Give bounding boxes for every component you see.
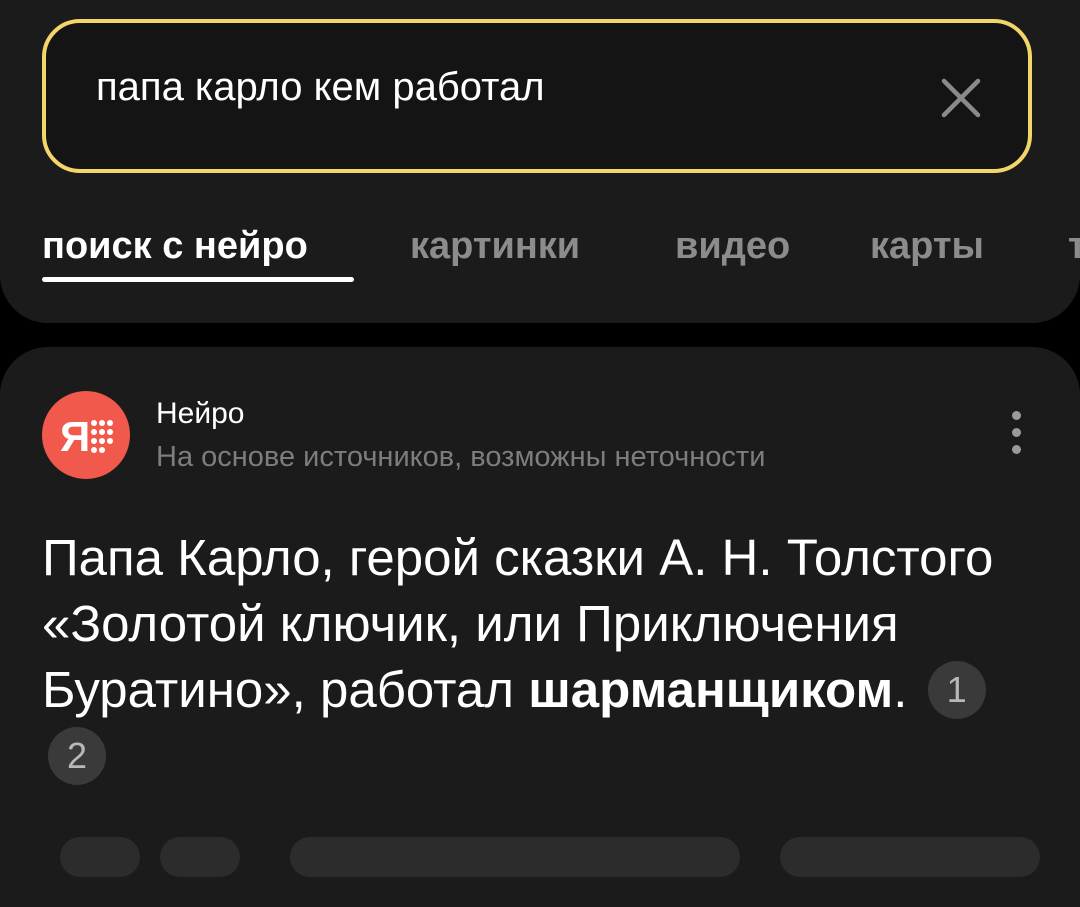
source-name: Нейро [156,397,245,430]
source-chip[interactable] [60,837,140,877]
reference-badge[interactable]: 2 [48,726,106,785]
answer-highlight: шарманщиком [528,661,894,718]
reference-badge[interactable]: 1 [927,660,986,719]
active-tab-indicator [42,277,354,282]
neuro-logo-icon: Я [42,391,130,479]
search-query-text[interactable]: папа карло кем работал [96,65,545,110]
more-vertical-icon[interactable] [998,411,1034,461]
source-chip[interactable] [160,837,240,877]
tab-maps[interactable]: карты [870,225,984,268]
svg-text:Я: Я [60,413,90,460]
search-input[interactable]: папа карло кем работал [42,19,1032,173]
answer-end: . [893,661,908,718]
tab-next[interactable]: т [1068,225,1080,268]
tab-images[interactable]: картинки [410,225,580,268]
search-tabs: поиск с нейро картинки видео карты т [42,225,1080,305]
tab-video[interactable]: видео [675,225,790,268]
answer-text: Папа Карло, герой сказки А. Н. Толстого … [42,525,1042,789]
search-header: папа карло кем работал поиск с нейро кар… [0,0,1080,323]
source-chip[interactable] [290,837,740,877]
close-icon[interactable] [936,73,986,123]
source-disclaimer: На основе источников, возможны неточност… [156,441,766,473]
source-chip[interactable] [780,837,1040,877]
neuro-answer-card: Я Нейро На основе источников, возможны н… [0,347,1080,907]
tab-neuro-search[interactable]: поиск с нейро [42,225,308,268]
